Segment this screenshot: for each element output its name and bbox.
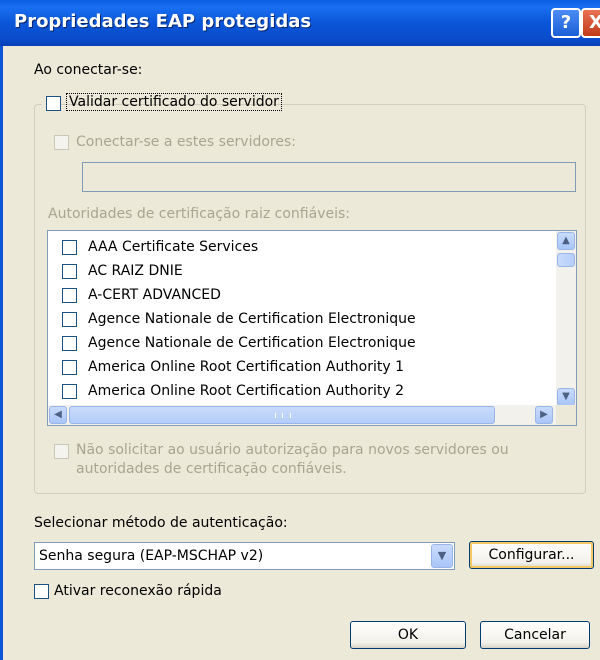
list-item-checkbox[interactable] xyxy=(62,264,77,279)
horizontal-scroll-thumb[interactable] xyxy=(69,406,495,424)
grip-icon xyxy=(275,413,291,418)
validate-cert-legend: Validar certificado do servidor xyxy=(42,92,282,116)
fast-reconnect-checkbox[interactable] xyxy=(34,584,49,599)
title-bar[interactable]: Propriedades EAP protegidas ? X xyxy=(0,0,600,46)
scroll-right-icon[interactable]: ▶ xyxy=(535,406,553,424)
fast-reconnect-label: Ativar reconexão rápida xyxy=(54,583,222,599)
ok-button[interactable]: OK xyxy=(350,621,466,649)
list-item-label: America Online Root Certification Author… xyxy=(88,359,405,375)
auth-method-select[interactable]: Senha segura (EAP-MSCHAP v2) ▼ xyxy=(34,542,455,570)
list-item-checkbox[interactable] xyxy=(62,288,77,303)
window-title: Propriedades EAP protegidas xyxy=(14,11,312,32)
validate-cert-label-text: Validar certificado do servidor xyxy=(69,94,279,110)
chevron-down-icon[interactable]: ▼ xyxy=(431,544,453,568)
list-item-checkbox[interactable] xyxy=(62,312,77,327)
scroll-left-icon[interactable]: ◀ xyxy=(49,406,67,424)
vertical-scrollbar[interactable]: ▲ ▼ xyxy=(556,231,576,407)
validate-cert-label[interactable]: Validar certificado do servidor xyxy=(66,93,282,111)
list-item-label: AAA Certificate Services xyxy=(88,239,259,255)
help-icon: ? xyxy=(560,12,572,33)
list-item-checkbox[interactable] xyxy=(62,384,77,399)
list-item-label: Agence Nationale de Certification Electr… xyxy=(88,311,416,327)
vertical-scroll-thumb[interactable] xyxy=(557,253,575,267)
cancel-button[interactable]: Cancelar xyxy=(480,621,590,649)
trusted-roots-label: Autoridades de certificação raiz confiáv… xyxy=(48,206,350,222)
connect-servers-checkbox[interactable] xyxy=(54,135,69,150)
horizontal-scrollbar[interactable]: ◀ ▶ xyxy=(48,405,556,425)
on-connect-heading: Ao conectar-se: xyxy=(34,62,143,78)
no-prompt-label-line1: Não solicitar ao usuário autorização par… xyxy=(76,442,509,458)
scroll-corner xyxy=(556,405,576,425)
scroll-down-icon[interactable]: ▼ xyxy=(557,388,575,406)
list-item-checkbox[interactable] xyxy=(62,360,77,375)
servers-input[interactable] xyxy=(82,162,576,192)
list-item-checkbox[interactable] xyxy=(62,336,77,351)
close-icon: X xyxy=(589,12,600,33)
list-item-checkbox[interactable] xyxy=(62,240,77,255)
list-item-label: A-CERT ADVANCED xyxy=(88,287,221,303)
connect-servers-label: Conectar-se a estes servidores: xyxy=(76,134,297,150)
validate-cert-checkbox[interactable] xyxy=(46,96,61,111)
no-prompt-label-line2: autoridades de certificação confiáveis. xyxy=(76,461,347,477)
auth-method-label: Selecionar método de autenticação: xyxy=(34,515,288,531)
list-item-label: Agence Nationale de Certification Electr… xyxy=(88,335,416,351)
help-button[interactable]: ? xyxy=(551,8,581,38)
window-frame xyxy=(0,46,3,660)
configure-button[interactable]: Configurar... xyxy=(469,541,594,569)
list-item-label: America Online Root Certification Author… xyxy=(88,383,405,399)
list-item-label: AC RAIZ DNIE xyxy=(88,263,183,279)
root-authorities-list[interactable]: AAA Certificate Services AC RAIZ DNIE A-… xyxy=(47,230,577,426)
close-button[interactable]: X xyxy=(581,8,600,38)
scroll-up-icon[interactable]: ▲ xyxy=(557,232,575,250)
auth-method-value: Senha segura (EAP-MSCHAP v2) xyxy=(39,548,264,564)
no-prompt-checkbox[interactable] xyxy=(54,444,69,459)
